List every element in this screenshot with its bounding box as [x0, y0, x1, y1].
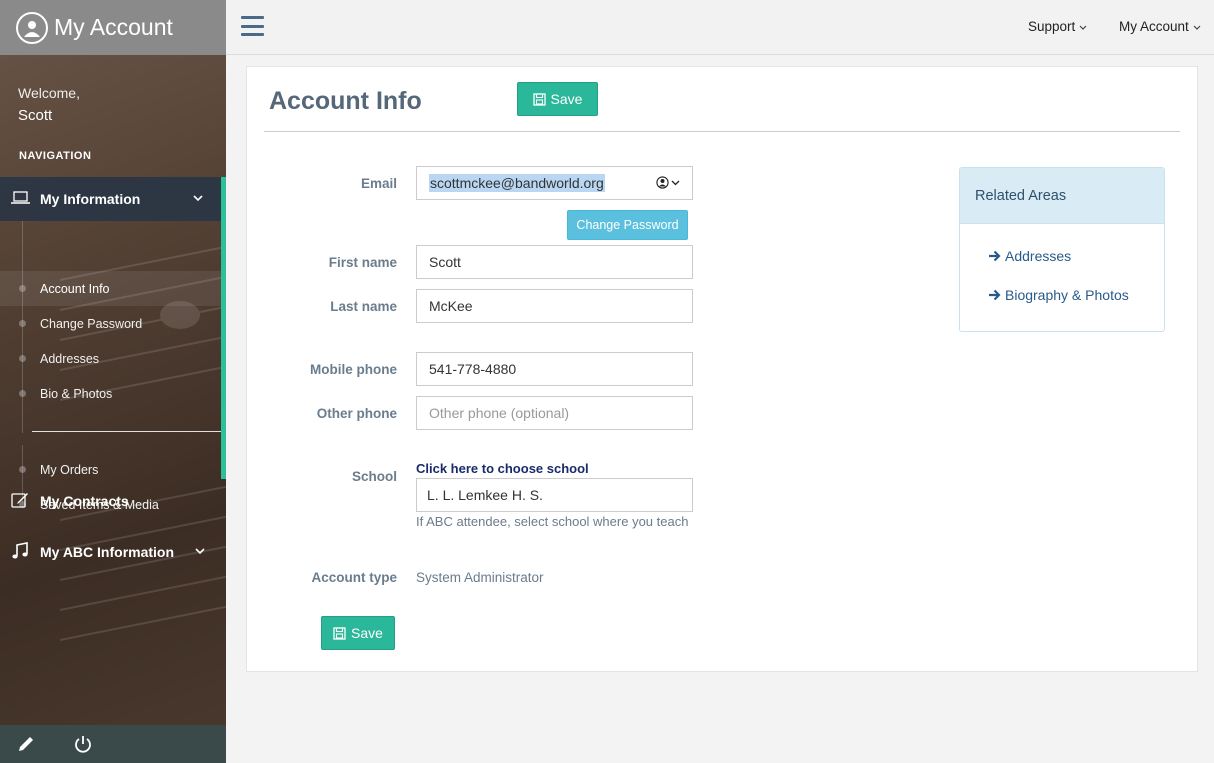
nav-label: My Contracts [40, 493, 129, 509]
edit-icon [11, 491, 29, 512]
chevron-down-icon [193, 194, 203, 205]
pencil-icon[interactable] [16, 734, 36, 754]
related-areas-title: Related Areas [960, 168, 1164, 224]
last-name-value: McKee [429, 298, 473, 314]
bullet-icon [19, 320, 26, 327]
related-link-addresses[interactable]: Addresses [988, 248, 1071, 264]
bullet-icon [19, 355, 26, 362]
hamburger-menu-icon[interactable] [241, 16, 264, 36]
sub-divider [32, 431, 221, 432]
save-label: Save [351, 625, 383, 641]
sub-item-label: Change Password [40, 316, 143, 331]
mobile-phone-value: 541-778-4880 [429, 361, 517, 377]
sub-item-label: My Orders [40, 462, 99, 477]
nav-label: My Information [40, 191, 141, 207]
brand-header[interactable]: My Account [0, 0, 226, 55]
related-link-label: Addresses [1005, 248, 1072, 264]
mobile-phone-field[interactable]: 541-778-4880 [416, 352, 693, 386]
email-value: scottmckee@bandworld.org [429, 174, 605, 192]
sidebar-item-account-info[interactable]: Account Info [0, 271, 221, 306]
user-icon [16, 11, 48, 44]
floppy-disk-icon [532, 92, 546, 106]
school-value: L. L. Lemkee H. S. [427, 487, 543, 503]
nav-label: My ABC Information [40, 544, 175, 560]
welcome-block: Welcome, Scott [0, 55, 226, 124]
mobile-phone-label: Mobile phone [310, 362, 397, 377]
nav-item-my-abc-information[interactable]: My ABC Information [0, 532, 221, 572]
nav-heading: NAVIGATION [19, 150, 92, 162]
bullet-icon [19, 285, 26, 292]
page-title: Account Info [269, 87, 422, 115]
first-name-value: Scott [429, 254, 461, 270]
other-phone-placeholder: Other phone (optional) [429, 405, 570, 421]
floppy-disk-icon [333, 626, 346, 640]
other-phone-label: Other phone [316, 406, 397, 421]
sidebar-item-addresses[interactable]: Addresses [0, 341, 221, 376]
title-divider [264, 131, 1180, 132]
sidebar-footer [0, 725, 226, 763]
autofill-user-icon[interactable] [656, 176, 680, 189]
sub-item-label: Bio & Photos [40, 386, 113, 401]
music-note-icon [11, 541, 29, 563]
choose-school-link[interactable]: Click here to choose school [416, 461, 589, 476]
save-label: Save [550, 91, 583, 107]
sidebar-item-bio-photos[interactable]: Bio & Photos [0, 376, 221, 411]
arrow-right-icon [989, 250, 1001, 262]
email-label: Email [360, 176, 397, 191]
sidebar-item-change-password[interactable]: Change Password [0, 306, 221, 341]
brand-title: My Account [54, 14, 173, 40]
last-name-label: Last name [330, 299, 397, 314]
support-label: Support [1028, 19, 1076, 34]
school-help-text: If ABC attendee, select school where you… [416, 514, 689, 529]
sub-item-label: Account Info [40, 281, 110, 296]
nav-group-my-information: My Information Account Info Change Passw… [0, 177, 226, 512]
change-password-button[interactable]: Change Password [567, 210, 688, 240]
last-name-field[interactable]: McKee [416, 289, 693, 323]
account-type-value: System Administrator [416, 570, 544, 585]
chevron-down-icon [195, 547, 205, 558]
email-field[interactable]: scottmckee@bandworld.org [416, 166, 693, 200]
first-name-label: First name [328, 255, 397, 270]
welcome-text: Welcome, [18, 85, 80, 101]
save-button-top[interactable]: Save [517, 82, 598, 116]
support-menu[interactable]: Support [1028, 19, 1087, 34]
sub-item-label: Addresses [40, 351, 100, 366]
arrow-right-icon [989, 289, 1001, 301]
power-icon[interactable] [73, 734, 93, 754]
my-account-label: My Account [1119, 19, 1189, 34]
bullet-icon [19, 466, 26, 473]
nav-item-my-information[interactable]: My Information [0, 177, 221, 221]
account-info-panel: Account Info Save Email scottmckee@bandw… [246, 66, 1198, 672]
account-type-label: Account type [311, 570, 397, 585]
chevron-down-icon [1079, 22, 1087, 32]
related-link-label: Biography & Photos [1005, 287, 1129, 303]
chevron-down-icon [1193, 22, 1201, 32]
school-label: School [351, 469, 397, 484]
related-link-biography-photos[interactable]: Biography & Photos [988, 287, 1129, 303]
laptop-icon [11, 190, 30, 208]
related-areas-box: Related Areas Addresses Biography & Phot… [959, 167, 1165, 332]
other-phone-field[interactable]: Other phone (optional) [416, 396, 693, 430]
save-button-bottom[interactable]: Save [321, 616, 395, 650]
school-field[interactable]: L. L. Lemkee H. S. [416, 478, 693, 512]
sidebar: My Account Welcome, Scott NAVIGATION My … [0, 0, 226, 763]
nav-item-my-contracts[interactable]: My Contracts [0, 481, 221, 521]
top-bar: Support My Account [226, 0, 1214, 55]
first-name-field[interactable]: Scott [416, 245, 693, 279]
bullet-icon [19, 390, 26, 397]
my-account-menu[interactable]: My Account [1119, 19, 1201, 34]
user-name: Scott [18, 107, 53, 124]
